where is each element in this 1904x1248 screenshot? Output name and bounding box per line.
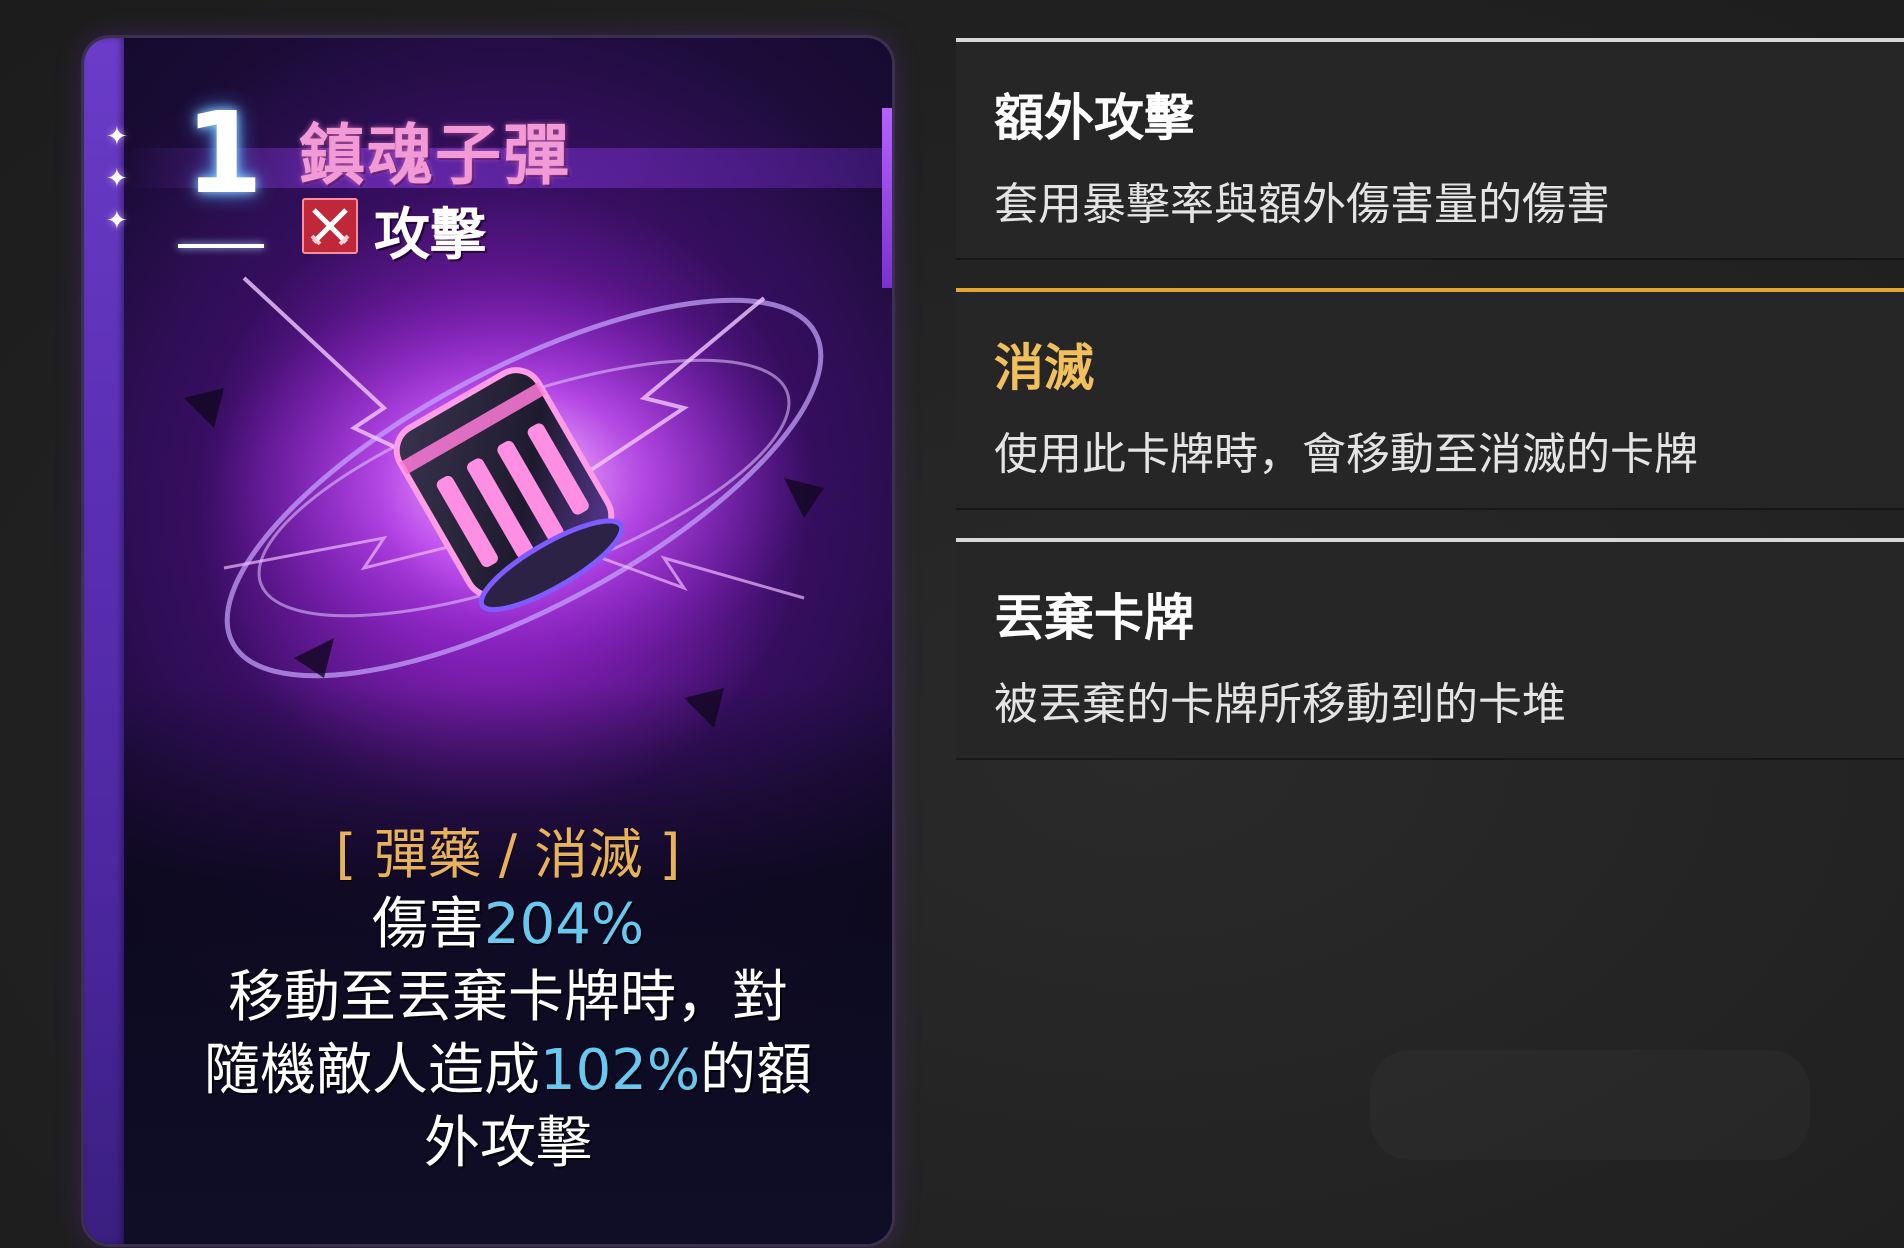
tooltip-desc: 套用暴擊率與額外傷害量的傷害 xyxy=(994,179,1610,230)
desc-text: 的額 xyxy=(700,1038,813,1103)
sparkle-icon: ✦ xyxy=(106,164,128,194)
tooltip-exhaust: 消滅 使用此卡牌時，會移動至消滅的卡牌 xyxy=(956,288,1904,508)
tooltip-title: 丟棄卡牌 xyxy=(994,589,1194,647)
tooltip-extra-attack: 額外攻擊 套用暴擊率與額外傷害量的傷害 xyxy=(956,38,1904,258)
desc-text: 隨機敵人造成 xyxy=(203,1038,540,1103)
card[interactable]: ✦ ✦ ✦ 1 鎮魂子彈 攻擊 [ 彈藥 / 消滅 ] 傷害204% 移動至丟棄… xyxy=(84,38,892,1244)
tooltip-desc: 使用此卡牌時，會移動至消滅的卡牌 xyxy=(994,429,1698,480)
desc-line: 外攻擊 xyxy=(424,1111,592,1176)
extra-attack-value: 102% xyxy=(539,1038,701,1103)
sparkle-icon: ✦ xyxy=(106,122,128,152)
card-description: 傷害204% 移動至丟棄卡牌時，對 隨機敵人造成102%的額 外攻擊 xyxy=(124,888,892,1180)
card-type-label: 攻擊 xyxy=(374,203,486,268)
screen: ✦ ✦ ✦ 1 鎮魂子彈 攻擊 [ 彈藥 / 消滅 ] 傷害204% 移動至丟棄… xyxy=(0,0,1904,1248)
desc-line: 隨機敵人造成102%的額 xyxy=(124,1034,892,1107)
card-cost: 1 xyxy=(185,89,263,219)
card-frame-edge xyxy=(882,108,892,288)
crossed-swords-icon xyxy=(302,198,358,254)
card-name: 鎮魂子彈 xyxy=(299,117,571,194)
desc-line: 傷害204% xyxy=(124,888,892,961)
cost-underline xyxy=(178,244,264,248)
tooltip-desc: 被丟棄的卡牌所移動到的卡堆 xyxy=(994,679,1566,730)
desc-line: 移動至丟棄卡牌時，對 xyxy=(228,965,788,1030)
background-blur xyxy=(1370,1050,1810,1160)
card-keywords: [ 彈藥 / 消滅 ] xyxy=(335,823,681,886)
tooltip-title: 額外攻擊 xyxy=(994,89,1194,147)
tooltip-discard-pile: 丟棄卡牌 被丟棄的卡牌所移動到的卡堆 xyxy=(956,538,1904,758)
sparkle-icon: ✦ xyxy=(106,206,128,236)
desc-text: 傷害 xyxy=(371,892,484,957)
tooltip-title: 消滅 xyxy=(994,339,1094,397)
damage-value: 204% xyxy=(483,892,645,957)
